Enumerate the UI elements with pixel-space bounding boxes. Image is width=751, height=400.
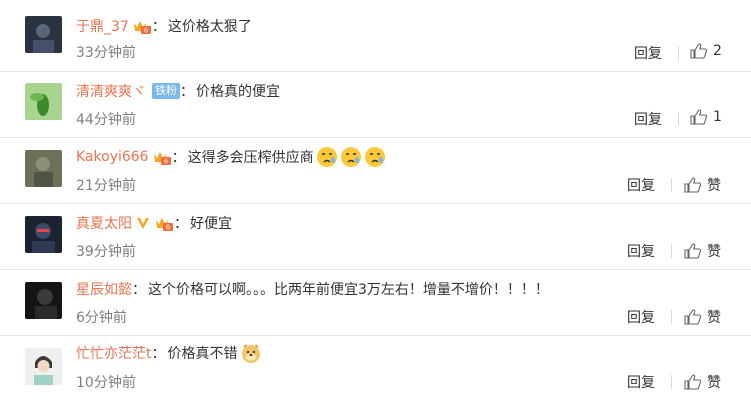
comment-item: Kakoyi666 6 ： 这得多会压榨供应商 21分钟前 回复 赞	[0, 138, 751, 204]
like-label: 赞	[707, 244, 721, 260]
like-count: 1	[713, 109, 722, 125]
like-button[interactable]: 2	[690, 43, 722, 59]
thumbs-up-icon	[690, 109, 708, 125]
like-label: 赞	[707, 375, 721, 391]
thumbs-up-icon	[690, 43, 708, 59]
avatar[interactable]	[25, 150, 62, 187]
separator: ：	[151, 346, 166, 362]
comment-item: 清清爽爽ヾ 铁粉 ： 价格真的便宜 44分钟前 回复 1	[0, 72, 751, 138]
separator: ：	[180, 84, 194, 100]
username[interactable]: 忙忙亦茫茫t	[76, 343, 152, 363]
reply-button[interactable]: 回复	[627, 372, 655, 392]
separator: ：	[151, 19, 166, 35]
timestamp: 39分钟前	[76, 244, 136, 260]
avatar[interactable]	[25, 16, 62, 53]
svg-text:6: 6	[164, 159, 168, 166]
timestamp: 6分钟前	[76, 310, 127, 326]
username[interactable]: 清清爽爽ヾ	[76, 81, 146, 101]
reply-button[interactable]: 回复	[627, 175, 655, 195]
thumbs-up-icon	[684, 243, 702, 259]
thumbs-up-icon	[684, 177, 702, 193]
like-count: 2	[713, 43, 722, 59]
thumbs-up-icon	[684, 374, 702, 390]
avatar[interactable]	[25, 216, 62, 253]
separator: ：	[171, 150, 186, 166]
separator: ：	[174, 216, 188, 232]
divider	[671, 375, 672, 389]
member-crown-icon: 6	[132, 17, 152, 35]
divider	[671, 178, 672, 192]
comment-text: 价格真的便宜	[196, 84, 280, 100]
reply-button[interactable]: 回复	[627, 307, 655, 327]
username[interactable]: 星辰如懿	[76, 279, 132, 299]
svg-text:6: 6	[144, 28, 148, 35]
username[interactable]: 于鼎_37	[76, 16, 129, 36]
comment-item: 星辰如懿 ： 这个价格可以啊。。。比两年前便宜3万左右！增量不增价！！！！ 6分…	[0, 270, 751, 336]
sweat-emoji-icon	[340, 146, 362, 168]
timestamp: 21分钟前	[76, 178, 136, 194]
avatar[interactable]	[25, 348, 62, 385]
member-crown-icon: 6	[152, 148, 172, 166]
separator: ：	[132, 282, 146, 298]
doge-emoji-icon	[240, 342, 262, 364]
divider	[678, 46, 679, 60]
comment-text: 这价格太狠了	[167, 19, 252, 35]
like-label: 赞	[707, 310, 721, 326]
comment-text: 好便宜	[190, 216, 232, 232]
reply-button[interactable]: 回复	[634, 109, 662, 129]
comment-text: 这个价格可以啊。。。比两年前便宜3万左右！增量不增价！！！！	[148, 282, 549, 298]
like-button[interactable]: 1	[690, 109, 722, 125]
timestamp: 10分钟前	[76, 375, 136, 391]
avatar[interactable]	[25, 282, 62, 319]
username[interactable]: Kakoyi666	[76, 149, 149, 165]
comment-item: 真夏太阳 6 ： 好便宜 39分钟前 回复 赞	[0, 204, 751, 270]
comment-item: 于鼎_37 6 ： 这价格太狠了 33分钟前 回复 2	[0, 0, 751, 72]
timestamp: 44分钟前	[76, 112, 136, 128]
sweat-emoji-icon	[316, 146, 338, 168]
like-button[interactable]: 赞	[684, 307, 721, 327]
reply-button[interactable]: 回复	[627, 241, 655, 261]
comment-text: 这得多会压榨供应商	[187, 150, 314, 166]
username[interactable]: 真夏太阳	[76, 213, 132, 233]
reply-button[interactable]: 回复	[634, 43, 662, 63]
timestamp: 33分钟前	[76, 45, 136, 61]
fan-badge: 铁粉	[152, 83, 180, 99]
like-button[interactable]: 赞	[684, 241, 721, 261]
comment-text: 价格真不错	[167, 346, 238, 362]
divider	[678, 112, 679, 126]
comment-item: 忙忙亦茫茫t ： 价格真不错 10分钟前 回复 赞	[0, 336, 751, 400]
divider	[671, 310, 672, 324]
avatar[interactable]	[25, 83, 62, 120]
thumbs-up-icon	[684, 309, 702, 325]
divider	[671, 244, 672, 258]
like-label: 赞	[707, 178, 721, 194]
like-button[interactable]: 赞	[684, 175, 721, 195]
verified-v-icon	[135, 215, 151, 231]
member-crown-icon: 6	[154, 214, 174, 232]
like-button[interactable]: 赞	[684, 372, 721, 392]
svg-text:6: 6	[166, 225, 170, 232]
sweat-emoji-icon	[364, 146, 386, 168]
